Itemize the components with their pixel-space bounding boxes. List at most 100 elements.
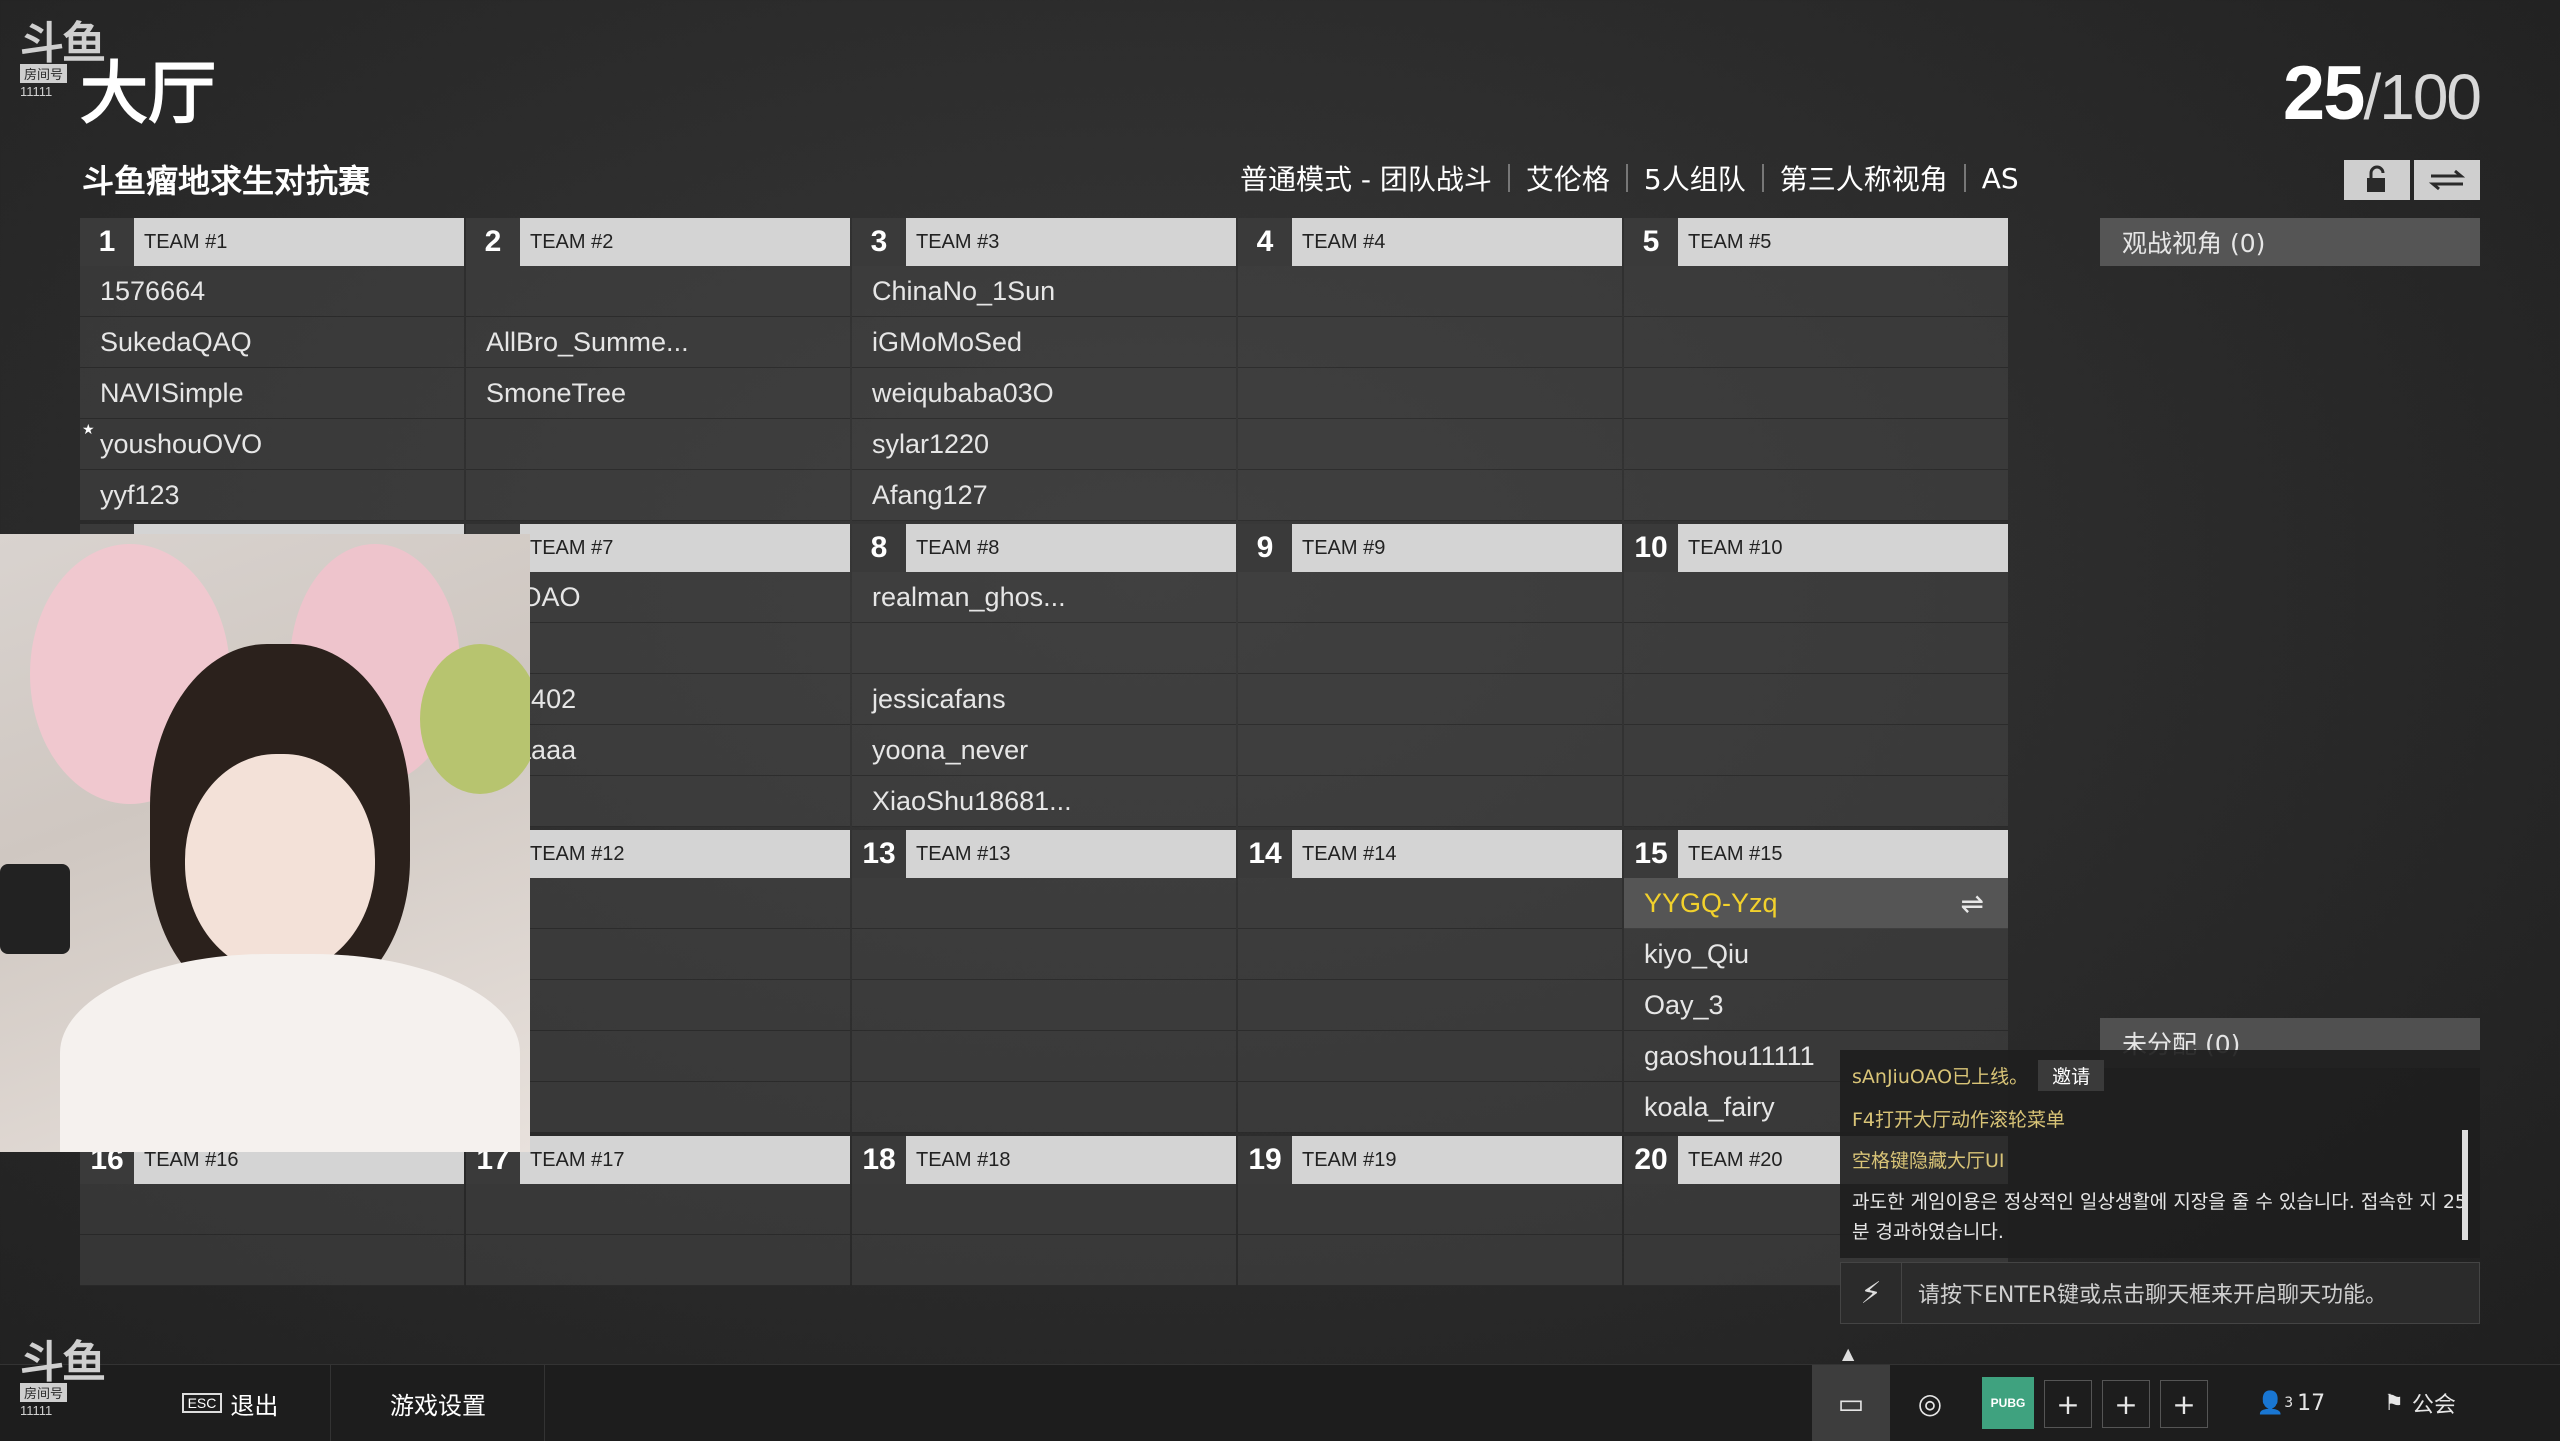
player-slot[interactable] — [1624, 419, 2008, 470]
lightning-icon[interactable]: ⚡ — [1841, 1263, 1902, 1323]
player-slot[interactable] — [1238, 1184, 1622, 1235]
team-header[interactable]: 13 TEAM #13 — [852, 830, 1236, 878]
player-slot[interactable]: realman_ghos... — [852, 572, 1236, 623]
pubg-button[interactable]: PUBG — [1982, 1377, 2034, 1429]
team-header[interactable]: 14 TEAM #14 — [1238, 830, 1622, 878]
team-header[interactable]: 10 TEAM #10 — [1624, 524, 2008, 572]
player-slot[interactable] — [852, 1184, 1236, 1235]
player-slot[interactable] — [1238, 368, 1622, 419]
player-slot[interactable] — [1238, 878, 1622, 929]
player-slot[interactable] — [852, 623, 1236, 674]
player-slot[interactable] — [1624, 470, 2008, 521]
player-slot[interactable] — [1238, 980, 1622, 1031]
player-slot[interactable] — [1238, 419, 1622, 470]
lock-button[interactable] — [2344, 160, 2410, 200]
player-slot[interactable]: kiyo_Qiu — [1624, 929, 2008, 980]
player-slot[interactable] — [1624, 368, 2008, 419]
player-slot[interactable] — [1624, 572, 2008, 623]
add-slot-button[interactable]: + — [2044, 1380, 2092, 1428]
player-slot[interactable]: XiaoShu18681... — [852, 776, 1236, 827]
invite-button[interactable]: 邀请 — [2038, 1060, 2105, 1091]
emblem-button[interactable]: ◎ — [1902, 1365, 1958, 1441]
team-header[interactable]: 1 TEAM #1 — [80, 218, 464, 266]
player-slot[interactable] — [1624, 776, 2008, 827]
player-slot[interactable] — [466, 1184, 850, 1235]
player-slot[interactable] — [1624, 266, 2008, 317]
add-slot-button[interactable]: + — [2102, 1380, 2150, 1428]
player-slot[interactable] — [466, 1235, 850, 1286]
player-slot[interactable] — [852, 1031, 1236, 1082]
player-slot[interactable]: youshouOVO ★ — [80, 419, 464, 470]
team-header[interactable]: 9 TEAM #9 — [1238, 524, 1622, 572]
player-slot[interactable] — [80, 1235, 464, 1286]
guild-button[interactable]: ⚑ 公会 — [2360, 1365, 2480, 1441]
player-slot[interactable] — [1238, 1082, 1622, 1133]
team-header[interactable]: 2 TEAM #2 — [466, 218, 850, 266]
player-slot[interactable]: YYGQ-Yzq ⇌ — [1624, 878, 2008, 929]
team-header[interactable]: 15 TEAM #15 — [1624, 830, 2008, 878]
player-slot[interactable] — [1624, 623, 2008, 674]
player-slot[interactable]: SukedaQAQ — [80, 317, 464, 368]
chat-input[interactable]: ⚡ 请按下ENTER键或点击聊天框来开启聊天功能。 — [1840, 1262, 2480, 1324]
player-slot[interactable] — [852, 1235, 1236, 1286]
player-slot[interactable] — [1624, 725, 2008, 776]
player-slot[interactable] — [1238, 674, 1622, 725]
player-slot[interactable]: SmoneTree — [466, 368, 850, 419]
player-slot[interactable]: Oay_3 — [1624, 980, 2008, 1031]
chat-log[interactable]: sAnJiuOAO已上线。 邀请 F4打开大厅动作滚轮菜单 空格键隐藏大厅UI 과… — [1840, 1050, 2480, 1258]
player-slot[interactable]: sylar1220 — [852, 419, 1236, 470]
player-slot[interactable] — [852, 1082, 1236, 1133]
team-name: TEAM #1 — [144, 230, 228, 253]
player-slot[interactable] — [1238, 1031, 1622, 1082]
player-slot[interactable] — [1238, 572, 1622, 623]
chat-button[interactable]: ▭ — [1812, 1365, 1890, 1441]
player-slot[interactable]: ChinaNo_1Sun — [852, 266, 1236, 317]
player-slot[interactable] — [466, 470, 850, 521]
team-header[interactable]: 4 TEAM #4 — [1238, 218, 1622, 266]
exit-button[interactable]: ESC 退出 — [130, 1365, 331, 1441]
player-slot[interactable] — [852, 929, 1236, 980]
player-slot[interactable]: NAVISimple — [80, 368, 464, 419]
team-header[interactable]: 8 TEAM #8 — [852, 524, 1236, 572]
team-card: 8 TEAM #8 realman_ghos... jessicafans yoona_… — [852, 524, 1236, 827]
player-slot[interactable]: iGMoMoSed — [852, 317, 1236, 368]
team-header[interactable]: 19 TEAM #19 — [1238, 1136, 1622, 1184]
swap-player-icon[interactable]: ⇌ — [1961, 887, 1984, 920]
player-slot[interactable] — [466, 419, 850, 470]
player-slot[interactable] — [1238, 623, 1622, 674]
player-slot[interactable]: jessicafans — [852, 674, 1236, 725]
player-slot[interactable] — [1238, 929, 1622, 980]
add-slot-button[interactable]: + — [2160, 1380, 2208, 1428]
player-name: NAVISimple — [100, 377, 244, 408]
player-slot[interactable] — [1238, 470, 1622, 521]
team-header[interactable]: 5 TEAM #5 — [1624, 218, 2008, 266]
player-slot[interactable]: Afang127 — [852, 470, 1236, 521]
chat-expand-icon[interactable]: ▲ — [1842, 1344, 1854, 1363]
player-slot[interactable]: AllBro_Summe... — [466, 317, 850, 368]
player-slot[interactable] — [852, 878, 1236, 929]
friends-button[interactable]: 👤 3 17 — [2236, 1365, 2346, 1441]
player-slot[interactable] — [1238, 317, 1622, 368]
swap-button[interactable] — [2414, 160, 2480, 200]
chat-scrollbar[interactable] — [2462, 1130, 2468, 1240]
player-slot[interactable] — [1238, 776, 1622, 827]
player-slot[interactable]: 1576664 — [80, 266, 464, 317]
player-slot[interactable]: yoona_never — [852, 725, 1236, 776]
player-slot[interactable] — [80, 1184, 464, 1235]
player-slot[interactable]: yyf123 — [80, 470, 464, 521]
perspective-label: 第三人称视角 — [1779, 163, 1948, 196]
player-slot[interactable] — [1624, 674, 2008, 725]
player-slot[interactable] — [1238, 1235, 1622, 1286]
player-slot[interactable]: weiqubaba03O — [852, 368, 1236, 419]
esc-key-icon: ESC — [181, 1393, 223, 1413]
player-slot[interactable] — [1238, 266, 1622, 317]
player-slot[interactable] — [466, 266, 850, 317]
player-slot[interactable] — [1624, 317, 2008, 368]
team-number: 18 — [852, 1136, 906, 1184]
team-header[interactable]: 3 TEAM #3 — [852, 218, 1236, 266]
player-slot[interactable] — [852, 980, 1236, 1031]
game-settings-button[interactable]: 游戏设置 — [332, 1365, 545, 1441]
player-slot[interactable] — [1238, 725, 1622, 776]
spectate-panel[interactable]: 观战视角 (0) — [2100, 218, 2480, 266]
team-header[interactable]: 18 TEAM #18 — [852, 1136, 1236, 1184]
